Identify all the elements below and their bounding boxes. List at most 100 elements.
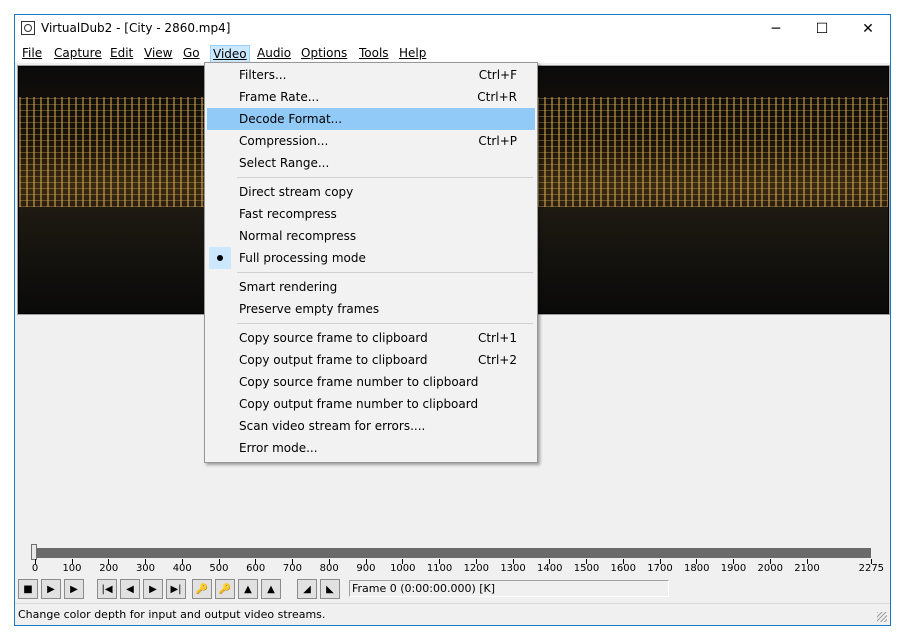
menu-edit[interactable]: Edit bbox=[108, 45, 135, 63]
play-output-icon: ▶ bbox=[70, 583, 78, 595]
menu-item-select-range[interactable]: Select Range... bbox=[207, 152, 535, 174]
timeline-tick-label: 100 bbox=[62, 563, 82, 574]
menu-separator bbox=[237, 177, 533, 178]
play-input-button[interactable]: ▶ bbox=[41, 579, 61, 599]
timeline-tick-label: 1800 bbox=[684, 563, 710, 574]
menu-item-normal-recompress[interactable]: Normal recompress bbox=[207, 225, 535, 247]
menu-item-decode-format[interactable]: Decode Format... bbox=[207, 108, 535, 130]
menu-item-label: Normal recompress bbox=[239, 229, 357, 243]
menu-item-label: Preserve empty frames bbox=[239, 302, 380, 316]
menu-item-label: Copy source frame to clipboard bbox=[239, 331, 428, 345]
next-frame-button[interactable]: ▶ bbox=[143, 579, 163, 599]
menu-file[interactable]: File bbox=[20, 45, 44, 63]
menu-item-label: Copy output frame to clipboard bbox=[239, 353, 428, 367]
window-title: VirtualDub2 - [City - 2860.mp4] bbox=[41, 21, 231, 35]
menu-item-label: Fast recompress bbox=[239, 207, 337, 221]
timeline-track[interactable] bbox=[35, 548, 871, 558]
menu-capture[interactable]: Capture bbox=[52, 45, 104, 63]
title-bar[interactable]: VirtualDub2 - [City - 2860.mp4] ─ ☐ ✕ bbox=[15, 15, 890, 43]
timeline-tick-label: 1900 bbox=[720, 563, 747, 574]
timeline-tick-label: 0 bbox=[31, 563, 39, 574]
next-frame-icon: ▶ bbox=[149, 583, 157, 595]
next-scene-button[interactable]: ▲ bbox=[261, 579, 281, 599]
timeline-tick-label: 1300 bbox=[500, 563, 526, 574]
frame-position-field[interactable]: Frame 0 (0:00:00.000) [K] bbox=[349, 580, 669, 597]
go-end-button[interactable]: ▶| bbox=[166, 579, 186, 599]
next-scene-icon: ▲ bbox=[267, 583, 275, 595]
menu-item-label: Compression... bbox=[239, 134, 329, 148]
status-bar: Change color depth for input and output … bbox=[15, 603, 890, 625]
timeline-tick-label: 1500 bbox=[573, 563, 600, 574]
timeline-tick-label: 900 bbox=[356, 563, 376, 574]
app-icon bbox=[21, 21, 35, 35]
next-keyframe-button[interactable]: 🔑 bbox=[215, 579, 235, 599]
video-menu-dropdown: Filters... Ctrl+F Frame Rate... Ctrl+R Decod… bbox=[204, 62, 538, 463]
prev-keyframe-icon: 🔑 bbox=[195, 583, 209, 595]
menu-item-label: Copy output frame number to clipboard bbox=[239, 397, 479, 411]
go-start-icon: |◀ bbox=[101, 583, 113, 595]
menu-item-label: Full processing mode bbox=[239, 251, 366, 265]
mark-out-button[interactable]: ◣ bbox=[320, 579, 340, 599]
play-input-icon: ▶ bbox=[47, 583, 55, 595]
go-start-button[interactable]: |◀ bbox=[97, 579, 117, 599]
menu-tools[interactable]: Tools bbox=[357, 45, 391, 63]
timeline-tick-label: 500 bbox=[209, 563, 229, 574]
timeline-tick-label: 700 bbox=[282, 563, 303, 574]
menu-bar: File Capture Edit View Go Video Audio Options To… bbox=[15, 43, 890, 63]
timeline-tick-label: 1000 bbox=[390, 563, 416, 574]
mark-in-icon: ◢ bbox=[303, 583, 311, 595]
prev-scene-button[interactable]: ▲ bbox=[238, 579, 258, 599]
menu-item-shortcut: Ctrl+R bbox=[477, 90, 517, 104]
timeline-tick-label: 300 bbox=[135, 563, 156, 574]
resize-grip-icon[interactable] bbox=[877, 612, 887, 622]
timeline-tick-label: 2100 bbox=[794, 563, 820, 574]
timeline-tick-label: 1100 bbox=[426, 563, 453, 574]
timeline-tick-label: 400 bbox=[172, 563, 192, 574]
menu-item-shortcut: Ctrl+P bbox=[478, 134, 517, 148]
menu-item-label: Select Range... bbox=[239, 156, 330, 170]
menu-audio[interactable]: Audio bbox=[255, 45, 293, 63]
close-button[interactable]: ✕ bbox=[845, 15, 891, 43]
menu-item-error-mode[interactable]: Error mode... bbox=[207, 437, 535, 459]
menu-item-scan-video-stream-for-errors[interactable]: Scan video stream for errors.... bbox=[207, 415, 535, 437]
menu-item-fast-recompress[interactable]: Fast recompress bbox=[207, 203, 535, 225]
menu-item-direct-stream-copy[interactable]: Direct stream copy bbox=[207, 181, 535, 203]
menu-item-frame-rate[interactable]: Frame Rate... Ctrl+R bbox=[207, 86, 535, 108]
menu-options[interactable]: Options bbox=[299, 45, 349, 63]
menu-item-copy-source-frame-number-to-clipboard[interactable]: Copy source frame number to clipboard bbox=[207, 371, 535, 393]
menu-item-label: Copy source frame number to clipboard bbox=[239, 375, 479, 389]
menu-video[interactable]: Video bbox=[210, 45, 250, 63]
timeline-tick-label: 600 bbox=[246, 563, 266, 574]
menu-item-compression[interactable]: Compression... Ctrl+P bbox=[207, 130, 535, 152]
maximize-button[interactable]: ☐ bbox=[799, 15, 845, 43]
timeline-tick-label: 2000 bbox=[757, 563, 783, 574]
menu-item-shortcut: Ctrl+2 bbox=[477, 353, 517, 367]
prev-keyframe-button[interactable]: 🔑 bbox=[192, 579, 212, 599]
menu-item-copy-source-frame-to-clipboard[interactable]: Copy source frame to clipboard Ctrl+1 bbox=[207, 327, 535, 349]
menu-item-smart-rendering[interactable]: Smart rendering bbox=[207, 276, 535, 298]
mark-in-button[interactable]: ◢ bbox=[297, 579, 317, 599]
menu-item-copy-output-frame-to-clipboard[interactable]: Copy output frame to clipboard Ctrl+2 bbox=[207, 349, 535, 371]
stop-icon: ■ bbox=[23, 583, 33, 595]
menu-view[interactable]: View bbox=[142, 45, 174, 63]
prev-scene-icon: ▲ bbox=[244, 583, 252, 595]
menu-separator bbox=[237, 323, 533, 324]
menu-item-preserve-empty-frames[interactable]: Preserve empty frames bbox=[207, 298, 535, 320]
menu-item-copy-output-frame-number-to-clipboard[interactable]: Copy output frame number to clipboard bbox=[207, 393, 535, 415]
timeline-thumb[interactable] bbox=[31, 544, 37, 560]
menu-item-filters[interactable]: Filters... Ctrl+F bbox=[207, 64, 535, 86]
timeline-tick-label: 1700 bbox=[647, 563, 673, 574]
menu-item-shortcut: Ctrl+1 bbox=[477, 331, 517, 345]
play-output-button[interactable]: ▶ bbox=[64, 579, 84, 599]
prev-frame-icon: ◀ bbox=[126, 583, 134, 595]
menu-item-label: Error mode... bbox=[239, 441, 318, 455]
status-text: Change color depth for input and output … bbox=[18, 608, 326, 621]
prev-frame-button[interactable]: ◀ bbox=[120, 579, 140, 599]
minimize-button[interactable]: ─ bbox=[753, 15, 799, 43]
timeline-tick-label: 2275 bbox=[858, 563, 885, 574]
menu-item-full-processing-mode[interactable]: Full processing mode bbox=[207, 247, 535, 269]
menu-go[interactable]: Go bbox=[181, 45, 202, 63]
menu-separator bbox=[237, 272, 533, 273]
stop-button[interactable]: ■ bbox=[18, 579, 38, 599]
menu-help[interactable]: Help bbox=[397, 45, 428, 63]
